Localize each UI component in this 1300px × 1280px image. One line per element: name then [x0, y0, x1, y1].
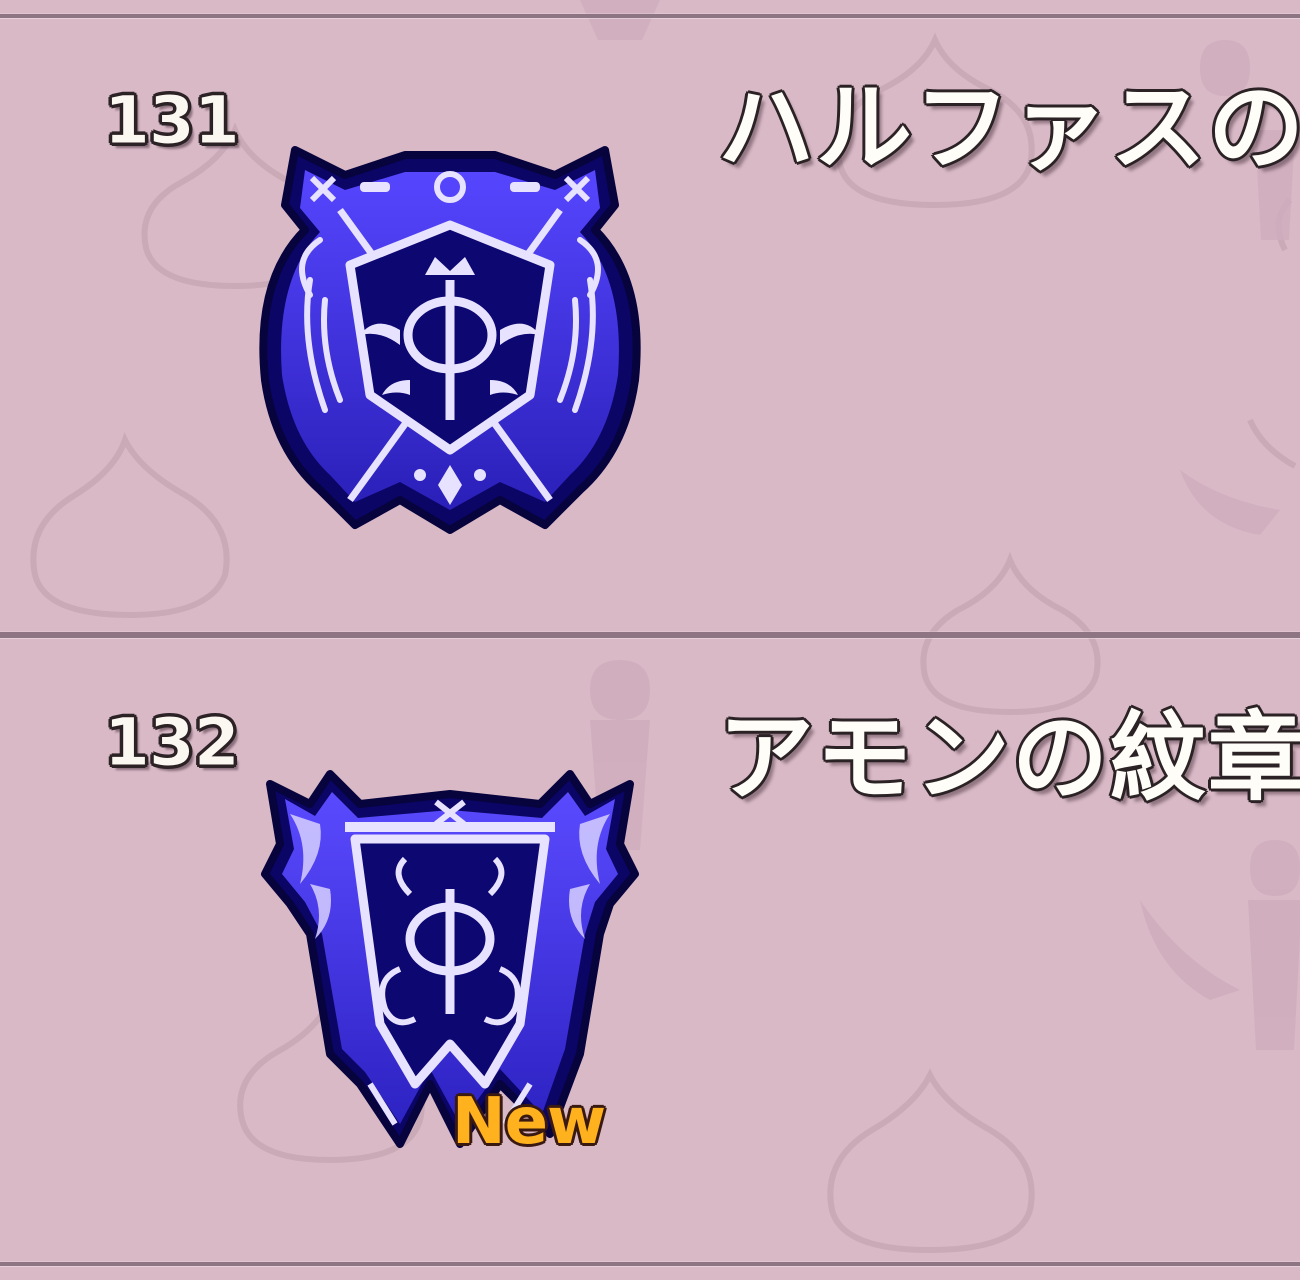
item-name: アモンの紋章 [718, 702, 1300, 814]
row-divider [0, 632, 1300, 638]
crest-list: 131 ハルファスの 132 New アモンの紋章 [0, 0, 1300, 1280]
halphas-crest-icon [259, 146, 641, 534]
list-item[interactable]: 132 New アモンの紋章 [0, 642, 1300, 1280]
item-number: 132 [104, 704, 241, 781]
item-number: 131 [104, 82, 241, 159]
new-badge: New [452, 1085, 606, 1159]
item-name: ハルファスの [718, 72, 1300, 184]
row-divider [0, 1262, 1300, 1266]
list-item[interactable]: 131 ハルファスの [0, 0, 1300, 636]
